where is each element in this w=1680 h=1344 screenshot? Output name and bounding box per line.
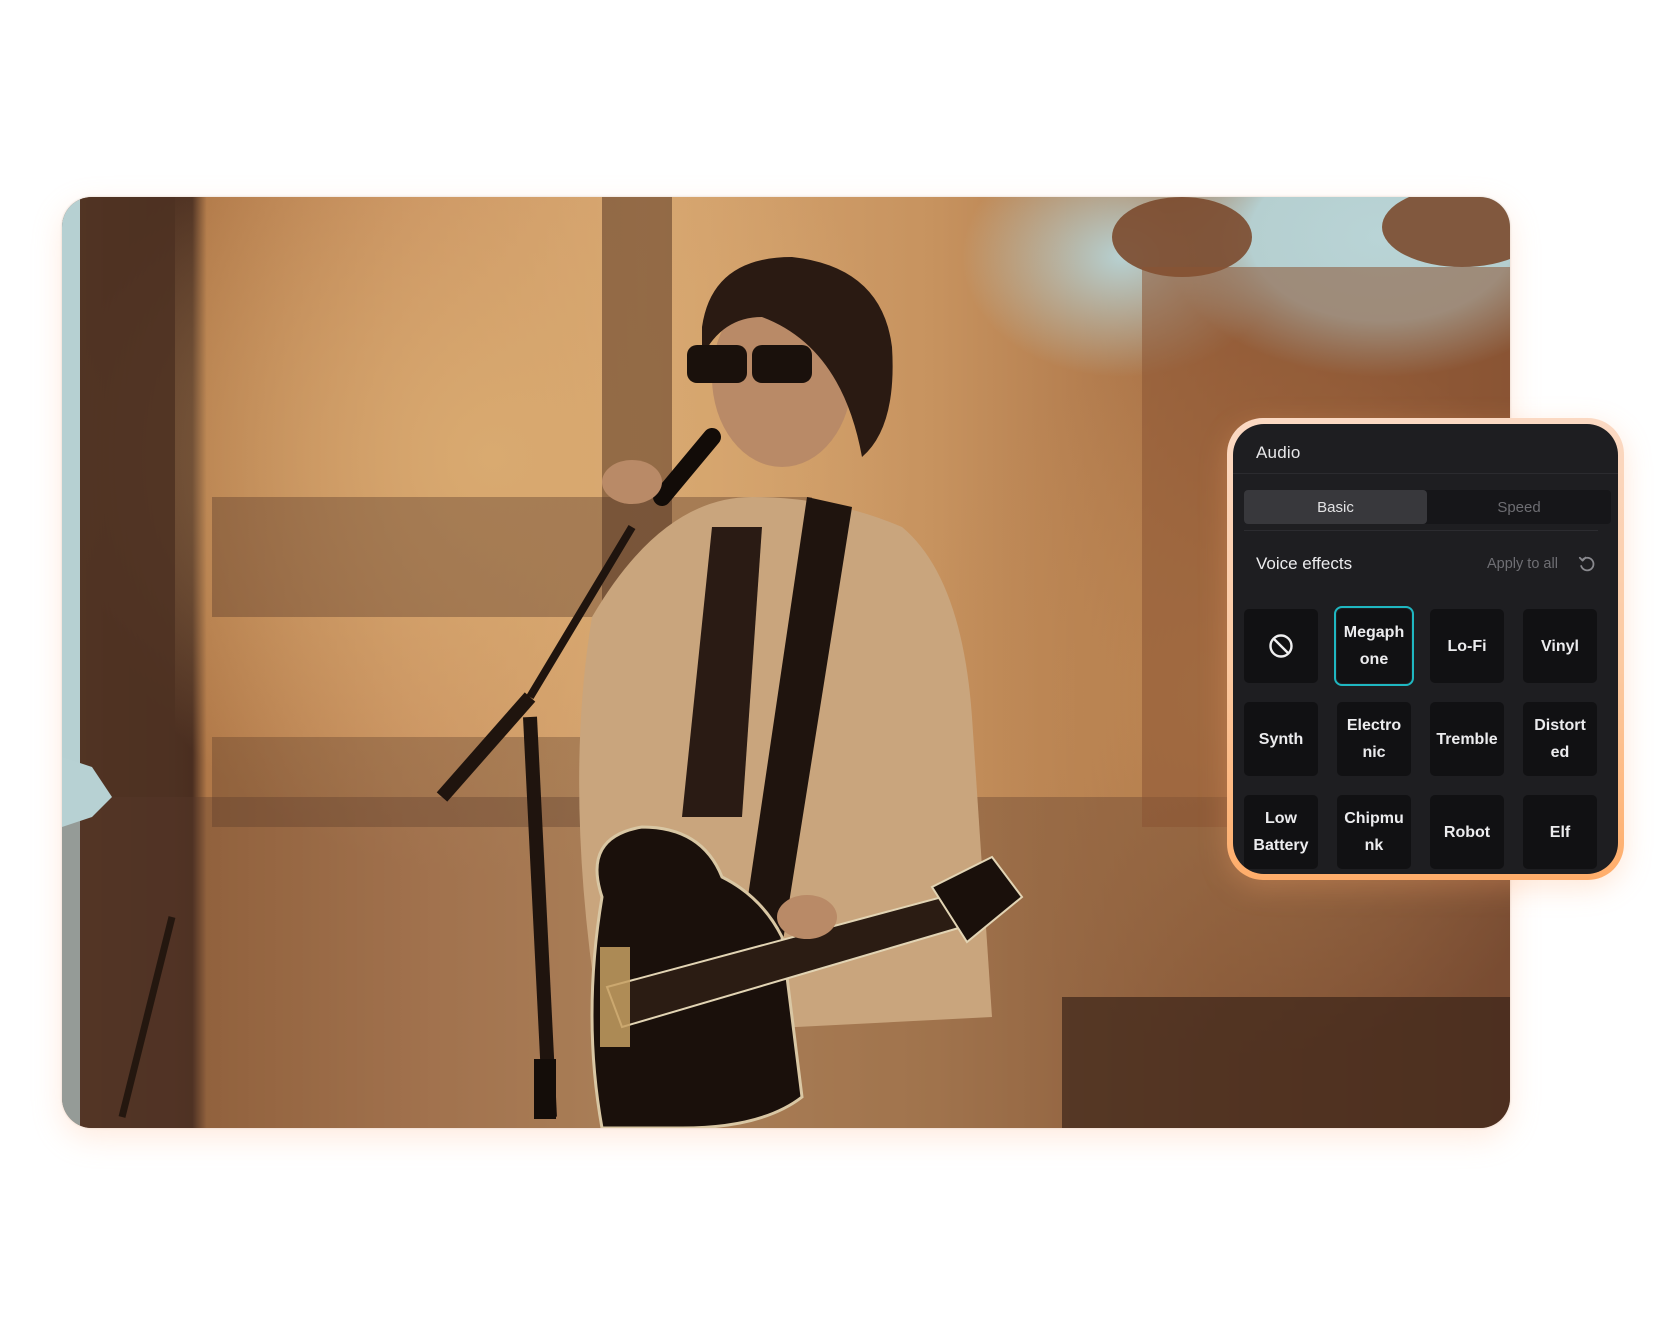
effect-label: Low Battery [1253,810,1309,854]
effect-low-battery[interactable]: Low Battery [1244,795,1318,869]
effect-label: Megaph one [1343,624,1405,668]
effect-chipmunk[interactable]: Chipmu nk [1337,795,1411,869]
audio-panel: Audio Basic Speed Voice effects Apply to… [1233,424,1618,874]
none-icon [1269,634,1293,658]
tab-basic[interactable]: Basic [1244,490,1427,524]
mic-stand-clamp [534,1059,556,1119]
fretting-hand [777,895,837,939]
divider [1233,473,1618,474]
guitar-bridge [600,947,630,1047]
effect-megaphone[interactable]: Megaph one [1334,606,1414,686]
effect-label: Tremble [1436,730,1498,748]
tab-bar: Basic Speed [1244,490,1611,524]
apply-to-all-button[interactable]: Apply to all [1487,556,1558,572]
effect-synth[interactable]: Synth [1244,702,1318,776]
floor-shadow [1062,997,1510,1128]
effect-label: Electro nic [1346,717,1402,761]
effect-label: Elf [1549,823,1571,841]
effect-robot[interactable]: Robot [1430,795,1504,869]
effect-electronic[interactable]: Electro nic [1337,702,1411,776]
effect-label: Synth [1258,730,1304,748]
effect-label: Distort ed [1534,717,1586,761]
sunglasses-right [752,345,812,383]
tab-speed[interactable]: Speed [1427,490,1611,524]
effect-lo-fi[interactable]: Lo-Fi [1430,609,1504,683]
effect-elf[interactable]: Elf [1523,795,1597,869]
sunglasses-left [687,345,747,383]
audio-panel-frame: Audio Basic Speed Voice effects Apply to… [1227,418,1624,880]
effect-label: Chipmu nk [1344,810,1404,854]
effect-label: Robot [1443,823,1491,841]
effect-label: Lo-Fi [1447,637,1487,655]
reset-icon[interactable] [1577,554,1597,574]
voice-effects-grid: Megaph one Lo-Fi Vinyl Synth Electro nic T… [1244,606,1597,869]
tree-silhouette [1382,197,1510,267]
effect-none[interactable] [1244,609,1318,683]
hand [602,460,662,504]
tree-silhouette [1112,197,1252,277]
effect-distorted[interactable]: Distort ed [1523,702,1597,776]
voice-effects-label: Voice effects [1256,554,1353,573]
panel-title: Audio [1256,443,1301,462]
divider [1244,530,1598,531]
effect-tremble[interactable]: Tremble [1430,702,1504,776]
effect-vinyl[interactable]: Vinyl [1523,609,1597,683]
effect-label: Vinyl [1541,637,1579,655]
